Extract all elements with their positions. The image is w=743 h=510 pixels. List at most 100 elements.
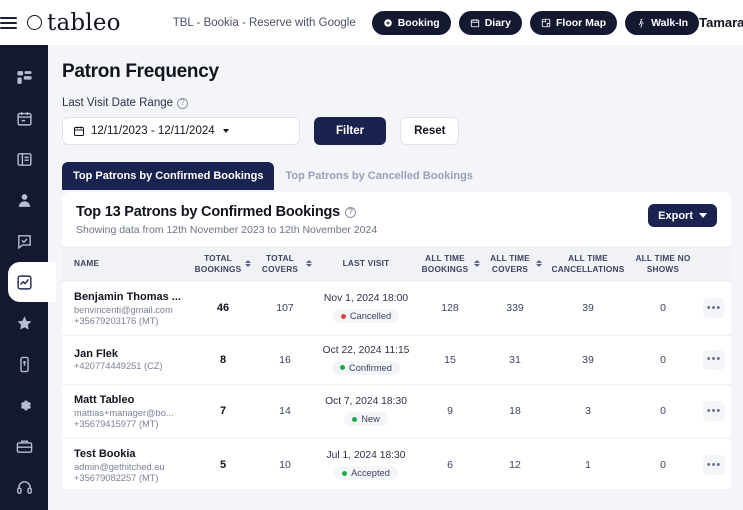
cell-all-time-cancellations: 39 xyxy=(546,335,630,385)
status-label: Accepted xyxy=(351,468,390,479)
sort-icon[interactable] xyxy=(245,260,252,268)
table-row[interactable]: Test Bookia admin@gethitched.eu +3567908… xyxy=(62,438,731,489)
cell-last-visit: Jul 1, 2024 18:30 Accepted xyxy=(316,438,416,489)
cell-last-visit: Oct 7, 2024 18:30 New xyxy=(316,384,416,439)
patron-cell: Benjamin Thomas ... benvincenti@gmail.co… xyxy=(62,281,192,336)
cell-total-bookings: 46 xyxy=(192,281,254,336)
hamburger-bars xyxy=(0,14,17,32)
walk-in-button[interactable]: Walk-In xyxy=(625,10,700,35)
col-all-time-covers[interactable]: ALL TIME COVERS xyxy=(484,246,546,282)
tab-bar: Top Patrons by Confirmed Bookings Top Pa… xyxy=(62,162,731,190)
export-button[interactable]: Export xyxy=(648,204,717,227)
sort-icon[interactable] xyxy=(474,260,480,268)
patron-phone: +420774449251 (CZ) xyxy=(74,361,163,372)
card-header: Top 13 Patrons by Confirmed Bookings ? S… xyxy=(62,204,731,236)
sidebar-item-marketing[interactable] xyxy=(0,432,48,460)
booking-label: Booking xyxy=(397,16,440,29)
table-header-row: NAME TOTAL BOOKINGS TOTAL COVERS LAST VI… xyxy=(62,246,731,282)
patron-phone: +35679082257 (MT) xyxy=(74,472,159,483)
col-total-covers[interactable]: TOTAL COVERS xyxy=(254,246,316,282)
date-range-value: 12/11/2023 - 12/11/2024 xyxy=(91,125,215,137)
col-total-bookings[interactable]: TOTAL BOOKINGS xyxy=(192,246,254,282)
row-menu-button[interactable]: ••• xyxy=(703,349,725,370)
sidebar-item-reports[interactable] xyxy=(0,262,56,302)
patron-name: Jan Flek xyxy=(74,348,119,361)
table-body: Benjamin Thomas ... benvincenti@gmail.co… xyxy=(62,281,731,489)
tab-confirmed-bookings[interactable]: Top Patrons by Confirmed Bookings xyxy=(62,162,275,190)
star-icon xyxy=(17,315,31,330)
col-name: NAME xyxy=(62,246,192,282)
patron-phone: +35679203176 (MT) xyxy=(74,315,159,326)
booking-button[interactable]: Booking xyxy=(371,10,451,35)
row-menu-button[interactable]: ••• xyxy=(703,401,725,422)
sort-icon[interactable] xyxy=(306,260,312,268)
brand-logo[interactable]: tableo xyxy=(27,10,121,36)
patron-name: Matt Tableo xyxy=(74,393,135,406)
row-menu-button[interactable]: ••• xyxy=(703,298,725,319)
diary-label: Diary xyxy=(484,16,511,29)
sidebar-item-dashboard[interactable] xyxy=(0,63,48,91)
card-subtitle: Showing data from 12th November 2023 to … xyxy=(76,224,378,236)
sidebar-item-customers[interactable] xyxy=(0,186,48,214)
cell-actions: ••• xyxy=(696,384,731,439)
col-total-bookings-label: TOTAL BOOKINGS xyxy=(194,253,242,274)
table-row[interactable]: Matt Tableo mattias+manager@bo... +35679… xyxy=(62,384,731,439)
cell-all-time-cancellations: 1 xyxy=(546,438,630,489)
cell-all-time-cancellations: 3 xyxy=(546,384,630,439)
cell-total-covers: 10 xyxy=(254,438,316,489)
sidebar-item-bookings[interactable] xyxy=(0,145,48,173)
calendar-icon xyxy=(470,18,479,27)
row-menu-button[interactable]: ••• xyxy=(703,455,725,476)
tab-cancelled-bookings[interactable]: Top Patrons by Cancelled Bookings xyxy=(274,162,483,190)
reset-button[interactable]: Reset xyxy=(400,117,460,145)
cell-total-covers: 16 xyxy=(254,335,316,385)
sidebar-item-settings[interactable] xyxy=(0,391,48,419)
patron-cell: Matt Tableo mattias+manager@bo... +35679… xyxy=(62,384,192,439)
gear-icon xyxy=(20,400,31,410)
date-range-input[interactable]: 12/11/2023 - 12/11/2024 xyxy=(62,117,300,145)
sidebar-item-diary[interactable] xyxy=(0,104,48,132)
total-bookings-value: 5 xyxy=(219,459,227,472)
briefcase-icon xyxy=(16,439,32,453)
col-last-visit: LAST VISIT xyxy=(316,246,416,282)
last-visit-date: Oct 7, 2024 18:30 xyxy=(325,396,407,408)
help-icon[interactable]: ? xyxy=(177,97,189,109)
top-bar: tableo TBL - Bookia - Reserve with Googl… xyxy=(0,0,743,45)
report-card: Top 13 Patrons by Confirmed Bookings ? S… xyxy=(62,192,731,489)
patron-phone: +35679415977 (MT) xyxy=(74,418,159,429)
cell-actions: ••• xyxy=(696,438,731,489)
cell-all-time-covers: 12 xyxy=(484,438,546,489)
chat-check-icon xyxy=(17,234,31,249)
table-row[interactable]: Jan Flek +420774449251 (CZ) 8 16 Oct 22,… xyxy=(62,335,731,385)
list-book-icon xyxy=(16,152,32,166)
user-menu[interactable]: Tamara xyxy=(699,15,743,30)
sidebar-item-devices[interactable] xyxy=(0,350,48,378)
cell-all-time-no-shows: 0 xyxy=(630,438,696,489)
total-bookings-value: 46 xyxy=(216,302,230,315)
cell-total-covers: 14 xyxy=(254,384,316,439)
filter-button[interactable]: Filter xyxy=(314,117,387,145)
status-badge: Cancelled xyxy=(332,309,400,324)
dashboard-grid-icon xyxy=(16,70,32,84)
help-icon[interactable]: ? xyxy=(345,206,357,218)
main-content: Patron Frequency Last Visit Date Range ?… xyxy=(48,45,743,510)
floor-map-button[interactable]: Floor Map xyxy=(529,10,618,35)
hamburger-icon[interactable] xyxy=(0,0,17,45)
patron-cell: Jan Flek +420774449251 (CZ) xyxy=(62,335,192,385)
sidebar-item-support[interactable] xyxy=(0,473,48,501)
diary-button[interactable]: Diary xyxy=(458,10,522,35)
sort-icon[interactable] xyxy=(536,260,542,268)
status-dot-icon xyxy=(352,416,358,422)
table-row[interactable]: Benjamin Thomas ... benvincenti@gmail.co… xyxy=(62,281,731,336)
cell-total-bookings: 8 xyxy=(192,335,254,385)
patron-frequency-table: NAME TOTAL BOOKINGS TOTAL COVERS LAST VI… xyxy=(62,246,731,489)
cell-all-time-covers: 339 xyxy=(484,281,546,336)
status-dot-icon xyxy=(340,313,346,319)
sidebar-item-feedback[interactable] xyxy=(0,227,48,255)
status-badge: Accepted xyxy=(334,466,398,481)
col-all-time-bookings[interactable]: ALL TIME BOOKINGS xyxy=(416,246,484,282)
last-visit-date: Nov 1, 2024 18:00 xyxy=(323,293,409,305)
col-all-time-no-shows: ALL TIME NO SHOWS xyxy=(630,246,696,282)
sidebar-item-reviews[interactable] xyxy=(0,309,48,337)
cell-all-time-bookings: 128 xyxy=(416,281,484,336)
